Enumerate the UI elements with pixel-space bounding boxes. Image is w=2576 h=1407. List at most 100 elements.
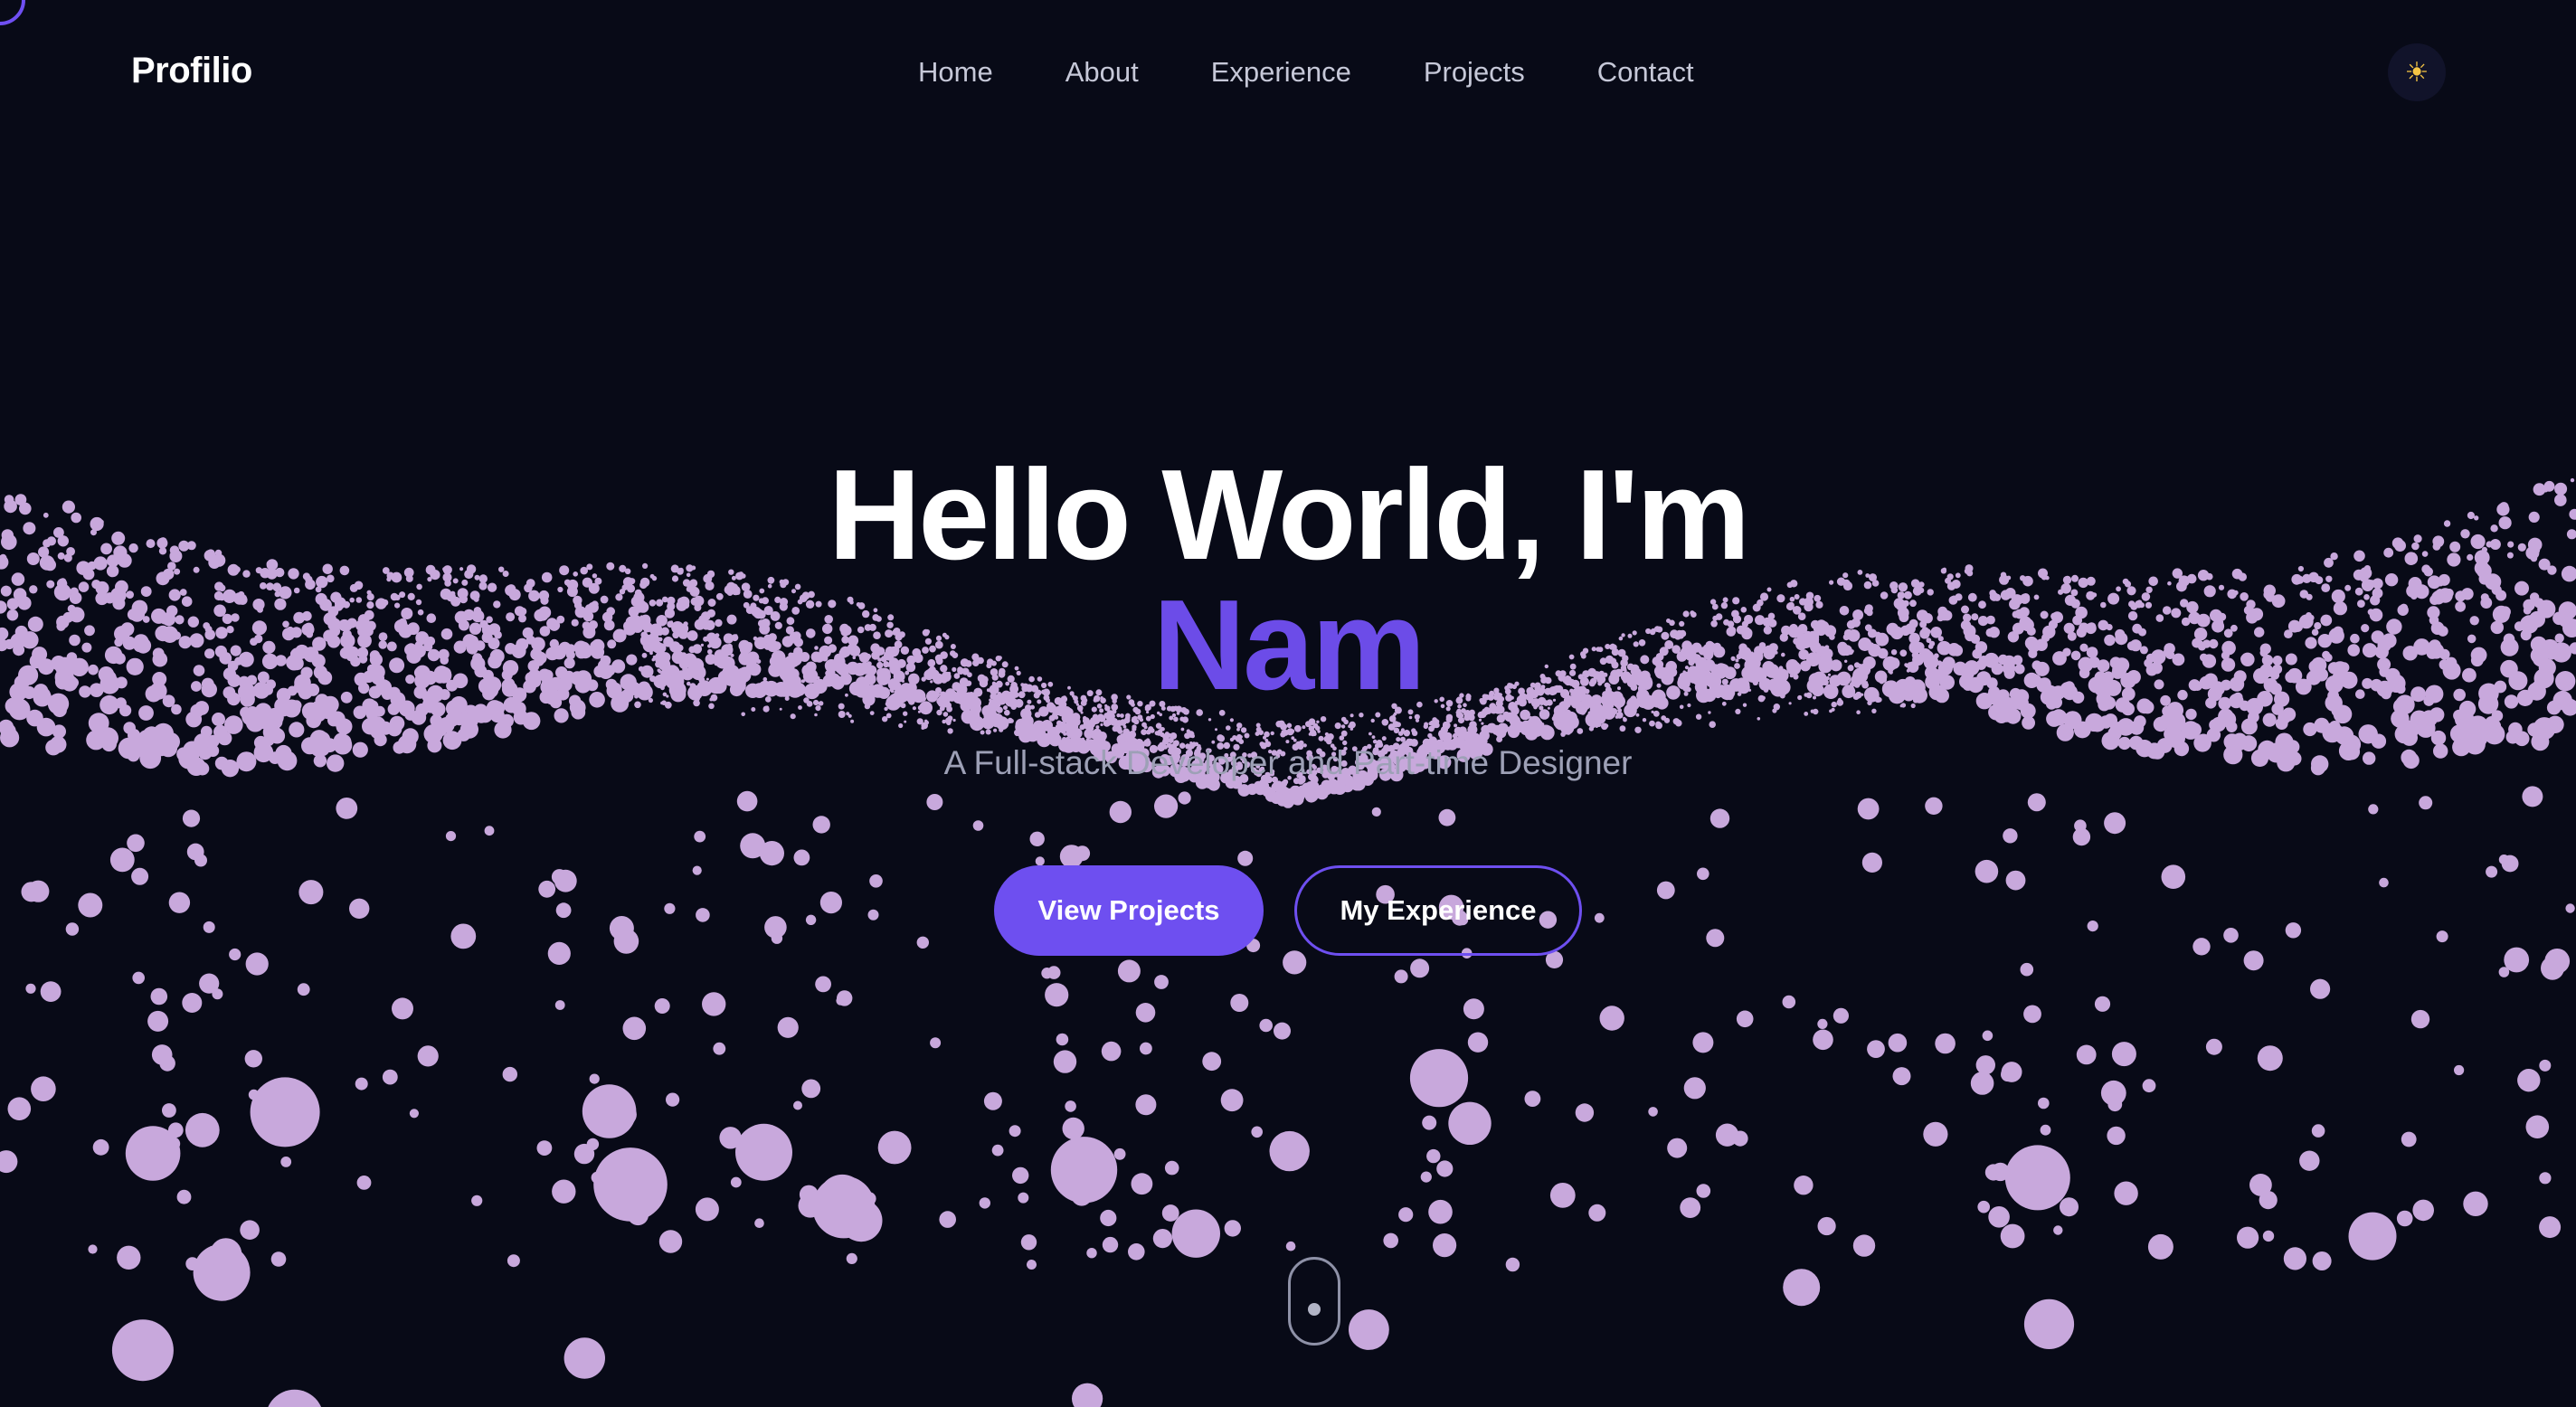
particle (268, 1389, 322, 1407)
nav-item-projects[interactable]: Projects (1424, 54, 1525, 90)
scroll-down-indicator[interactable] (1288, 1257, 1340, 1346)
particle (793, 849, 810, 866)
particle (1505, 1257, 1520, 1272)
particle (2027, 793, 2046, 812)
particle (1709, 808, 1730, 828)
particle (111, 1319, 174, 1382)
particle (1035, 856, 1045, 866)
particle (2107, 1097, 2123, 1112)
particle (1202, 1052, 1222, 1072)
particle (2072, 827, 2091, 846)
particle (2114, 1181, 2138, 1205)
particle (1018, 1192, 1029, 1204)
particle (1923, 1121, 1948, 1147)
particle (1977, 1200, 1990, 1213)
particle (1833, 1007, 1849, 1024)
particle (2104, 812, 2126, 835)
particle (1935, 1033, 1956, 1054)
particle (2020, 962, 2034, 977)
particle (392, 997, 413, 1020)
particle (409, 1109, 419, 1119)
particle (25, 983, 36, 994)
particle (92, 1138, 109, 1156)
particle (1813, 1029, 1833, 1051)
particle (593, 1147, 668, 1222)
particle (736, 790, 758, 812)
particle (250, 1077, 320, 1147)
particle (1683, 1077, 1706, 1100)
particle (1888, 1033, 1908, 1053)
particle (2107, 1126, 2126, 1146)
particle (1925, 797, 1943, 815)
particle (2038, 1097, 2050, 1110)
particle (182, 809, 201, 827)
particle (1009, 1125, 1021, 1138)
particle (2517, 1069, 2541, 1092)
particle (147, 1010, 169, 1032)
particle (1349, 1309, 1389, 1350)
brand-logo[interactable]: Profilio (131, 51, 252, 91)
particle (336, 798, 358, 819)
particle (1285, 793, 1298, 806)
particle (270, 1251, 287, 1267)
nav-item-about[interactable]: About (1065, 54, 1139, 90)
site-header: Profilio Home About Experience Projects … (0, 0, 2576, 146)
particle (979, 1197, 991, 1209)
hero-section: Hello World, I'm Nam A Full-stack Develo… (0, 448, 2576, 786)
theme-toggle-button[interactable]: ☀ (2388, 43, 2446, 101)
particle (2454, 1064, 2465, 1076)
particle (983, 1091, 1002, 1110)
particle (1161, 1204, 1179, 1222)
particle (162, 1103, 176, 1118)
particle (2094, 996, 2111, 1012)
particle (846, 1252, 857, 1264)
particle (2205, 1038, 2222, 1055)
particle (1438, 808, 1456, 826)
particle (1154, 794, 1179, 818)
particle (1667, 1138, 1688, 1158)
particle (554, 1000, 565, 1010)
particle (926, 794, 943, 810)
particle (40, 981, 62, 1002)
nav-item-contact[interactable]: Contact (1597, 54, 1694, 90)
particle (1046, 966, 1061, 979)
particle (2410, 1009, 2430, 1029)
particle (2060, 1197, 2079, 1217)
particle (1817, 1018, 1828, 1029)
particle (1436, 1160, 1454, 1177)
particle (1290, 785, 1300, 795)
particle (2040, 1124, 2051, 1136)
particle (1463, 998, 1484, 1020)
particle (1448, 1101, 1492, 1146)
nav-item-home[interactable]: Home (918, 54, 993, 90)
particle (1269, 1130, 1310, 1172)
particle (1696, 1184, 1711, 1198)
particle (1086, 1248, 1097, 1259)
particle (212, 988, 223, 1000)
particle (186, 843, 204, 861)
particle (1783, 1269, 1821, 1307)
particle (1988, 1206, 2010, 1228)
hero-greeting: Hello World, I'm (828, 443, 1751, 587)
nav-item-experience[interactable]: Experience (1211, 54, 1351, 90)
particle (1029, 831, 1045, 846)
particle (1053, 1050, 1077, 1073)
particle (245, 952, 269, 976)
my-experience-button[interactable]: My Experience (1294, 865, 1582, 956)
particle (1117, 959, 1141, 983)
particle (2539, 1216, 2562, 1239)
view-projects-button[interactable]: View Projects (994, 865, 1264, 956)
particle (1433, 1233, 1457, 1258)
particle (31, 1076, 56, 1101)
particle (836, 996, 846, 1006)
particle (484, 826, 495, 836)
particle (730, 1176, 742, 1188)
particle (1230, 994, 1249, 1012)
particle (2368, 804, 2379, 815)
particle (2419, 796, 2433, 810)
particle (1224, 1220, 1242, 1237)
page: Profilio Home About Experience Projects … (0, 0, 2576, 1407)
particle (1178, 791, 1191, 805)
particle (1152, 1229, 1172, 1249)
particle (280, 1157, 292, 1167)
